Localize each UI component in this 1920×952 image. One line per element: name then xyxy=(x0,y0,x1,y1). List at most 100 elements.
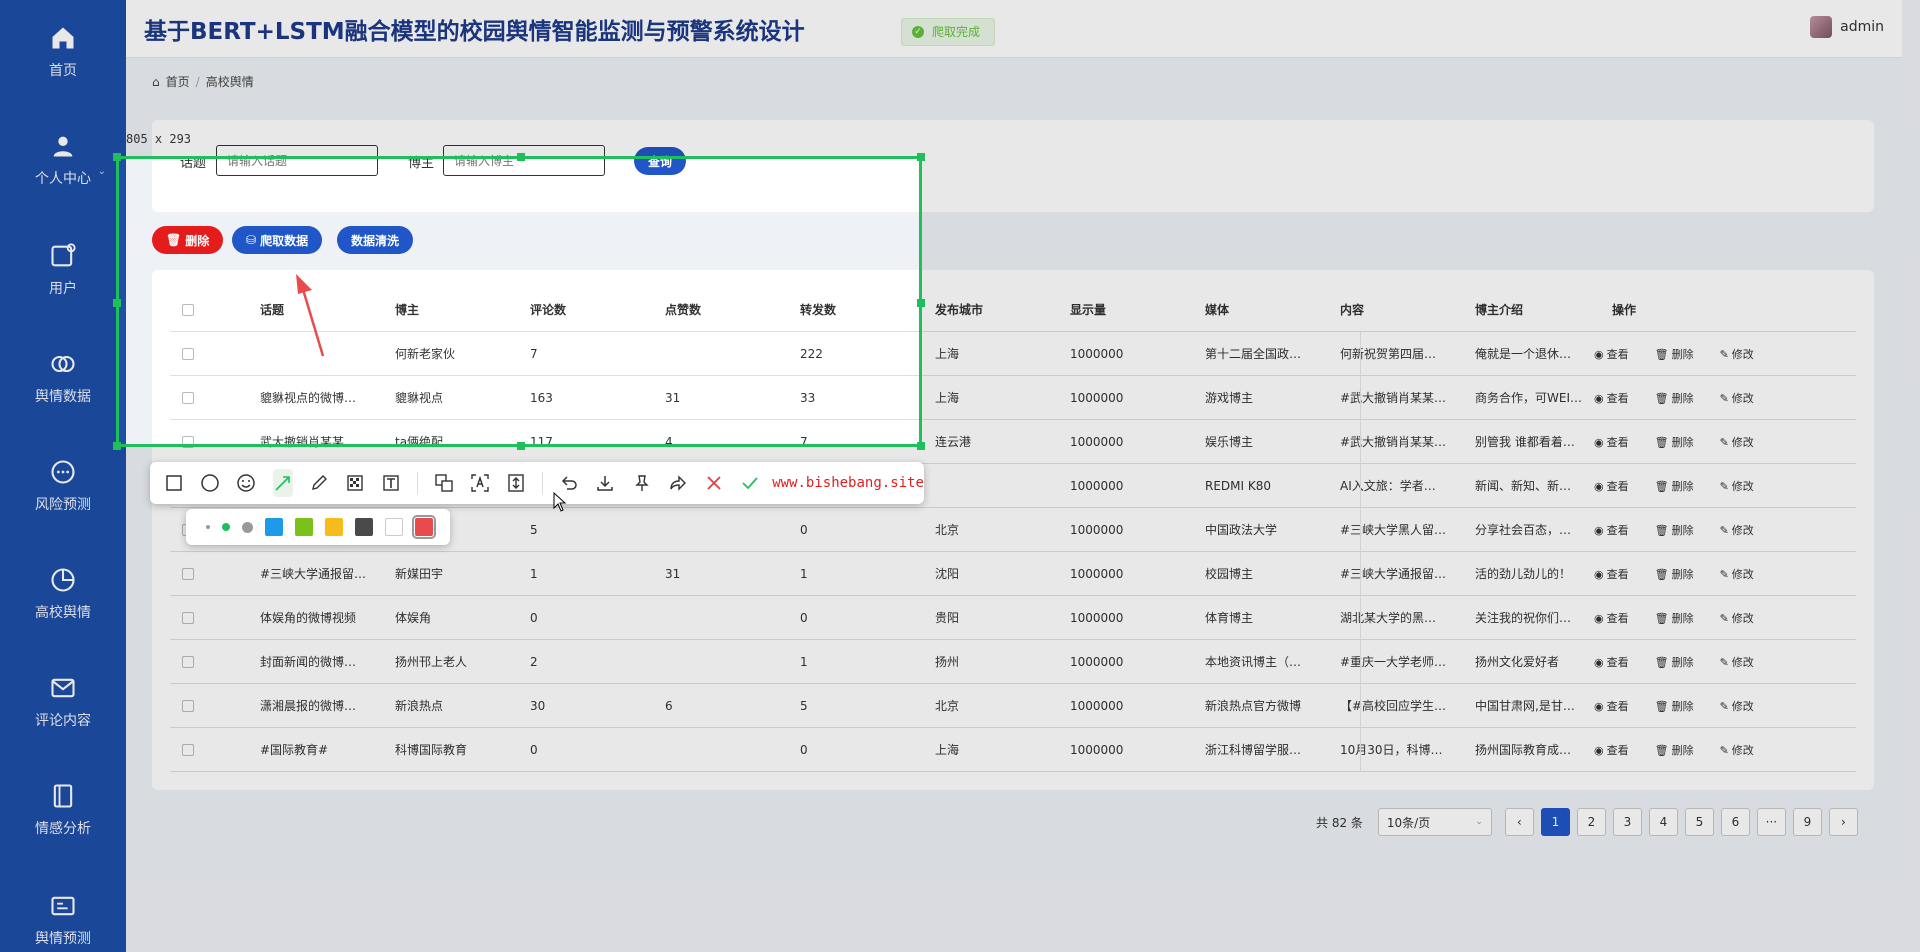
rectangle-tool[interactable] xyxy=(164,469,184,497)
sidebar-item-campus[interactable]: 高校舆情 xyxy=(0,566,126,622)
size-large[interactable] xyxy=(242,521,253,533)
table-cell: 1000000 xyxy=(1070,611,1124,625)
edit-icon: ✎ xyxy=(1719,479,1729,493)
sidebar-item-opinion-data[interactable]: 舆情数据 xyxy=(0,350,126,406)
sidebar-item-profile[interactable]: 个人中心 ⌄ xyxy=(0,132,126,188)
query-button[interactable]: 查询 xyxy=(634,147,687,175)
translate-tool[interactable] xyxy=(434,469,454,497)
delete-row-button[interactable]: 🗑 删除 xyxy=(1655,742,1694,758)
next-page-button[interactable]: › xyxy=(1828,808,1858,836)
share-button[interactable] xyxy=(668,469,688,497)
row-checkbox[interactable] xyxy=(182,744,194,756)
text-tool[interactable] xyxy=(381,469,401,497)
view-button[interactable]: ◉ 查看 xyxy=(1594,522,1629,538)
edit-button[interactable]: ✎ 修改 xyxy=(1720,654,1754,670)
cancel-button[interactable] xyxy=(704,469,724,497)
pin-button[interactable] xyxy=(632,469,652,497)
row-checkbox[interactable] xyxy=(182,348,194,360)
page-4[interactable]: 4 xyxy=(1648,808,1678,836)
view-button[interactable]: ◉ 查看 xyxy=(1594,698,1629,714)
confirm-button[interactable] xyxy=(740,469,760,497)
delete-row-button[interactable]: 🗑 删除 xyxy=(1655,698,1694,714)
emoji-tool[interactable] xyxy=(236,469,256,497)
page-3[interactable]: 3 xyxy=(1612,808,1642,836)
delete-row-button[interactable]: 🗑 删除 xyxy=(1655,434,1694,450)
color-gray[interactable] xyxy=(355,518,373,536)
ellipse-tool[interactable] xyxy=(200,469,220,497)
pen-tool[interactable] xyxy=(309,469,329,497)
delete-row-button[interactable]: 🗑 删除 xyxy=(1655,522,1694,538)
color-green[interactable] xyxy=(295,518,313,536)
view-button[interactable]: ◉ 查看 xyxy=(1594,434,1629,450)
row-checkbox[interactable] xyxy=(182,656,194,668)
trash-icon: 🗑 xyxy=(1654,435,1669,449)
table-cell: #武大撤销肖某某… xyxy=(1340,435,1447,449)
sidebar-item-home[interactable]: 首页 xyxy=(0,24,126,80)
delete-button[interactable]: 🗑 删除 xyxy=(152,226,224,254)
view-button[interactable]: ◉ 查看 xyxy=(1594,654,1629,670)
delete-row-button[interactable]: 🗑 删除 xyxy=(1655,390,1694,406)
page-2[interactable]: 2 xyxy=(1576,808,1606,836)
sidebar-item-forecast[interactable]: 舆情预测 xyxy=(0,892,126,948)
breadcrumb-separator: / xyxy=(195,74,200,89)
edit-button[interactable]: ✎ 修改 xyxy=(1720,566,1754,582)
select-all-checkbox[interactable] xyxy=(182,304,194,316)
page-9[interactable]: 9 xyxy=(1792,808,1822,836)
sidebar-item-risk[interactable]: 风险预测 xyxy=(0,458,126,514)
view-button[interactable]: ◉ 查看 xyxy=(1594,566,1629,582)
size-small[interactable] xyxy=(206,525,210,529)
edit-button[interactable]: ✎ 修改 xyxy=(1720,522,1754,538)
arrow-tool[interactable] xyxy=(272,469,293,497)
page-size-select[interactable]: 10条/页 ⌄ xyxy=(1377,808,1492,836)
row-checkbox[interactable] xyxy=(182,700,194,712)
view-button[interactable]: ◉ 查看 xyxy=(1594,390,1629,406)
edit-button[interactable]: ✎ 修改 xyxy=(1720,390,1754,406)
edit-button[interactable]: ✎ 修改 xyxy=(1720,698,1754,714)
view-label: 查看 xyxy=(1606,480,1629,493)
row-checkbox[interactable] xyxy=(182,392,194,404)
link-icon xyxy=(51,355,75,373)
delete-row-button[interactable]: 🗑 删除 xyxy=(1655,566,1694,582)
page-6[interactable]: 6 xyxy=(1720,808,1750,836)
topic-input[interactable] xyxy=(216,145,378,176)
view-button[interactable]: ◉ 查看 xyxy=(1594,478,1629,494)
breadcrumb-home[interactable]: 首页 xyxy=(166,73,190,90)
row-checkbox[interactable] xyxy=(182,436,194,448)
delete-row-button[interactable]: 🗑 删除 xyxy=(1655,654,1694,670)
page-5[interactable]: 5 xyxy=(1684,808,1714,836)
blogger-input[interactable] xyxy=(443,145,605,176)
color-red[interactable] xyxy=(412,515,436,539)
edit-button[interactable]: ✎ 修改 xyxy=(1720,478,1754,494)
save-button[interactable] xyxy=(595,469,615,497)
delete-row-button[interactable]: 🗑 删除 xyxy=(1655,346,1694,362)
sidebar-item-sentiment[interactable]: 情感分析 xyxy=(0,782,126,838)
view-button[interactable]: ◉ 查看 xyxy=(1594,742,1629,758)
delete-row-button[interactable]: 🗑 删除 xyxy=(1655,478,1694,494)
edit-button[interactable]: ✎ 修改 xyxy=(1720,434,1754,450)
size-medium[interactable] xyxy=(222,523,230,531)
delete-row-button[interactable]: 🗑 删除 xyxy=(1655,610,1694,626)
view-button[interactable]: ◉ 查看 xyxy=(1594,346,1629,362)
color-yellow[interactable] xyxy=(325,518,343,536)
eye-icon: ◉ xyxy=(1594,743,1604,757)
row-checkbox[interactable] xyxy=(182,568,194,580)
color-blue[interactable] xyxy=(265,518,283,536)
page-ellipsis[interactable]: ··· xyxy=(1756,808,1786,836)
mosaic-tool[interactable] xyxy=(345,469,365,497)
view-button[interactable]: ◉ 查看 xyxy=(1594,610,1629,626)
edit-button[interactable]: ✎ 修改 xyxy=(1720,610,1754,626)
user-menu[interactable]: admin xyxy=(1810,16,1884,38)
ocr-tool[interactable] xyxy=(470,469,490,497)
edit-button[interactable]: ✎ 修改 xyxy=(1720,742,1754,758)
prev-page-button[interactable]: ‹ xyxy=(1504,808,1534,836)
row-checkbox[interactable] xyxy=(182,612,194,624)
sidebar-item-comments[interactable]: 评论内容 xyxy=(0,674,126,730)
crawl-button[interactable]: ⛁ 爬取数据 xyxy=(232,226,323,254)
sidebar-item-users[interactable]: 用户 xyxy=(0,242,126,298)
edit-button[interactable]: ✎ 修改 xyxy=(1720,346,1754,362)
page-1[interactable]: 1 xyxy=(1540,808,1570,836)
clean-button[interactable]: 数据清洗 xyxy=(337,226,414,254)
color-white[interactable] xyxy=(385,518,403,536)
long-capture-tool[interactable] xyxy=(506,469,526,497)
annotation-arrow[interactable] xyxy=(290,270,330,360)
